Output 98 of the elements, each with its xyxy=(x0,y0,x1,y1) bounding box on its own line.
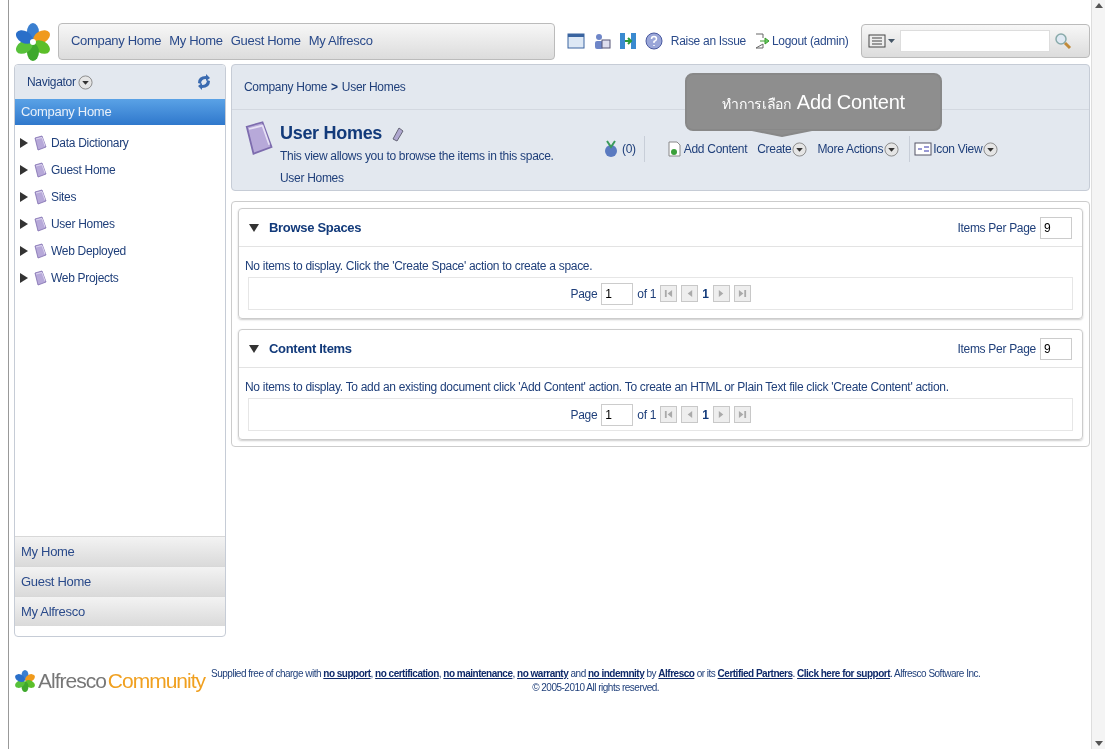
scroll-up-icon[interactable] xyxy=(1094,2,1103,10)
page-count: of 1 xyxy=(637,406,657,424)
scroll-down-icon[interactable] xyxy=(1094,739,1103,747)
expand-icon[interactable] xyxy=(19,191,29,202)
nav-link[interactable]: Company Home xyxy=(70,31,162,51)
brand-edition: Community xyxy=(107,668,206,694)
page-label: Page xyxy=(570,285,598,303)
footer-link[interactable]: Certified Partners xyxy=(717,667,793,679)
tree-item[interactable]: Sites xyxy=(51,187,77,206)
rss-count: (0) xyxy=(622,141,636,158)
add-document-icon xyxy=(666,141,683,157)
navigator-title: Navigator xyxy=(27,74,76,91)
folder-icon xyxy=(32,188,48,205)
callout-text: ทำการเลือก Add Content xyxy=(722,90,905,115)
folder-icon xyxy=(32,215,48,232)
current-page[interactable]: 1 xyxy=(702,405,709,424)
previous-page-icon xyxy=(685,410,695,419)
issue-link[interactable]: Raise an Issue xyxy=(670,32,746,50)
page-count: of 1 xyxy=(637,285,657,303)
brand-name: Alfresco xyxy=(38,668,106,694)
footer-link[interactable]: no certification xyxy=(375,667,439,679)
empty-message: No items to display. Click the 'Create Space' action to create a space. xyxy=(244,258,594,275)
expand-icon[interactable] xyxy=(19,164,29,175)
current-page[interactable]: 1 xyxy=(702,284,709,303)
tree-item[interactable]: User Homes xyxy=(51,214,115,233)
search-icon[interactable] xyxy=(1053,32,1072,50)
expand-icon[interactable] xyxy=(19,272,29,283)
next-page-icon xyxy=(716,410,726,419)
sidebar-panel-header[interactable]: Guest Home xyxy=(15,566,225,596)
footer-text: Supplied free of charge with no support, no certification, no maintenance, no warranty and no indemnity by Alfresco or its Certified Partners. Click here for support. Alfresco Software Inc. xyxy=(211,666,981,681)
footer-link[interactable]: no indemnity xyxy=(588,667,645,679)
logo-icon xyxy=(14,669,36,692)
sidebar-panel-header[interactable]: My Home xyxy=(15,536,225,566)
tree-item[interactable]: Web Deployed xyxy=(51,241,126,260)
folder-icon xyxy=(32,269,48,286)
breadcrumb-link[interactable]: Company Home xyxy=(244,78,328,96)
first-page-icon xyxy=(664,289,674,298)
action-link[interactable]: Add Content xyxy=(683,140,748,158)
items-per-page-field[interactable]: 9 xyxy=(1040,216,1072,239)
scrollbar[interactable] xyxy=(1091,0,1105,749)
page-label: Page xyxy=(570,406,598,424)
window-icon[interactable] xyxy=(566,32,585,50)
empty-message: No items to display. To add an existing document click 'Add Content' action. To create an HTML or Plain Text file click 'Create Content' action. xyxy=(244,379,950,396)
logo-icon xyxy=(14,23,52,61)
space-title: User Homes xyxy=(280,122,383,145)
expand-icon[interactable] xyxy=(19,218,29,229)
logout-icon xyxy=(754,33,770,49)
items-per-page-label: Items Per Page xyxy=(957,219,1036,237)
dropdown-icon[interactable] xyxy=(983,141,999,157)
view-icon xyxy=(914,142,933,156)
folder-icon xyxy=(32,242,48,259)
expand-icon[interactable] xyxy=(19,137,29,148)
previous-page-icon xyxy=(685,289,695,298)
expand-icon[interactable] xyxy=(19,245,29,256)
breadcrumb-link[interactable]: User Homes xyxy=(341,78,406,96)
next-page-icon xyxy=(716,289,726,298)
rss-icon[interactable] xyxy=(604,140,618,158)
items-per-page-label: Items Per Page xyxy=(957,340,1036,358)
dropdown-icon[interactable] xyxy=(77,74,93,90)
action-link[interactable]: Create xyxy=(757,140,792,158)
space-path: User Homes xyxy=(280,170,345,187)
tree-item[interactable]: Web Projects xyxy=(51,268,119,287)
footer-link[interactable]: Alfresco xyxy=(658,667,695,679)
page-field[interactable]: 1 xyxy=(601,403,634,426)
last-page-icon xyxy=(737,410,747,419)
first-page-icon xyxy=(664,410,674,419)
collapse-icon[interactable] xyxy=(249,343,259,354)
nav-link[interactable]: My Home xyxy=(169,31,223,51)
user-list-icon[interactable] xyxy=(592,32,611,50)
refresh-icon[interactable] xyxy=(195,73,213,91)
sidebar-panel-header[interactable]: My Alfresco xyxy=(15,596,225,626)
breadcrumb-separator: > xyxy=(331,79,338,96)
last-page-icon xyxy=(737,289,747,298)
items-per-page-field[interactable]: 9 xyxy=(1040,337,1072,360)
collapse-icon[interactable] xyxy=(249,222,259,233)
logout-link[interactable]: Logout (admin) xyxy=(754,32,849,50)
search-field[interactable] xyxy=(899,30,1050,52)
action-link[interactable]: Icon View xyxy=(933,140,983,158)
page-field[interactable]: 1 xyxy=(601,282,634,305)
nav-link[interactable]: Guest Home xyxy=(230,31,301,51)
space-description: This view allows you to browse the items in this space. xyxy=(280,148,555,165)
footer-link[interactable]: no warranty xyxy=(517,667,569,679)
search-options-icon[interactable] xyxy=(867,34,896,48)
copyright-text: © 2005-2010 All rights reserved. xyxy=(532,680,660,695)
dropdown-icon[interactable] xyxy=(792,141,808,157)
footer-link[interactable]: Click here for support xyxy=(797,667,890,679)
tree-item[interactable]: Guest Home xyxy=(51,160,116,179)
footer-link[interactable]: no support xyxy=(323,667,371,679)
folder-icon xyxy=(32,161,48,178)
tree-item[interactable]: Data Dictionary xyxy=(51,133,129,152)
dropdown-icon[interactable] xyxy=(884,141,900,157)
panel-title: Content Items xyxy=(269,339,352,358)
panel-title: Browse Spaces xyxy=(269,218,362,237)
nav-link[interactable]: My Alfresco xyxy=(308,31,373,51)
help-icon[interactable] xyxy=(644,32,663,50)
folder-icon xyxy=(32,134,48,151)
action-link[interactable]: More Actions xyxy=(817,140,884,158)
share-icon[interactable] xyxy=(618,32,637,50)
